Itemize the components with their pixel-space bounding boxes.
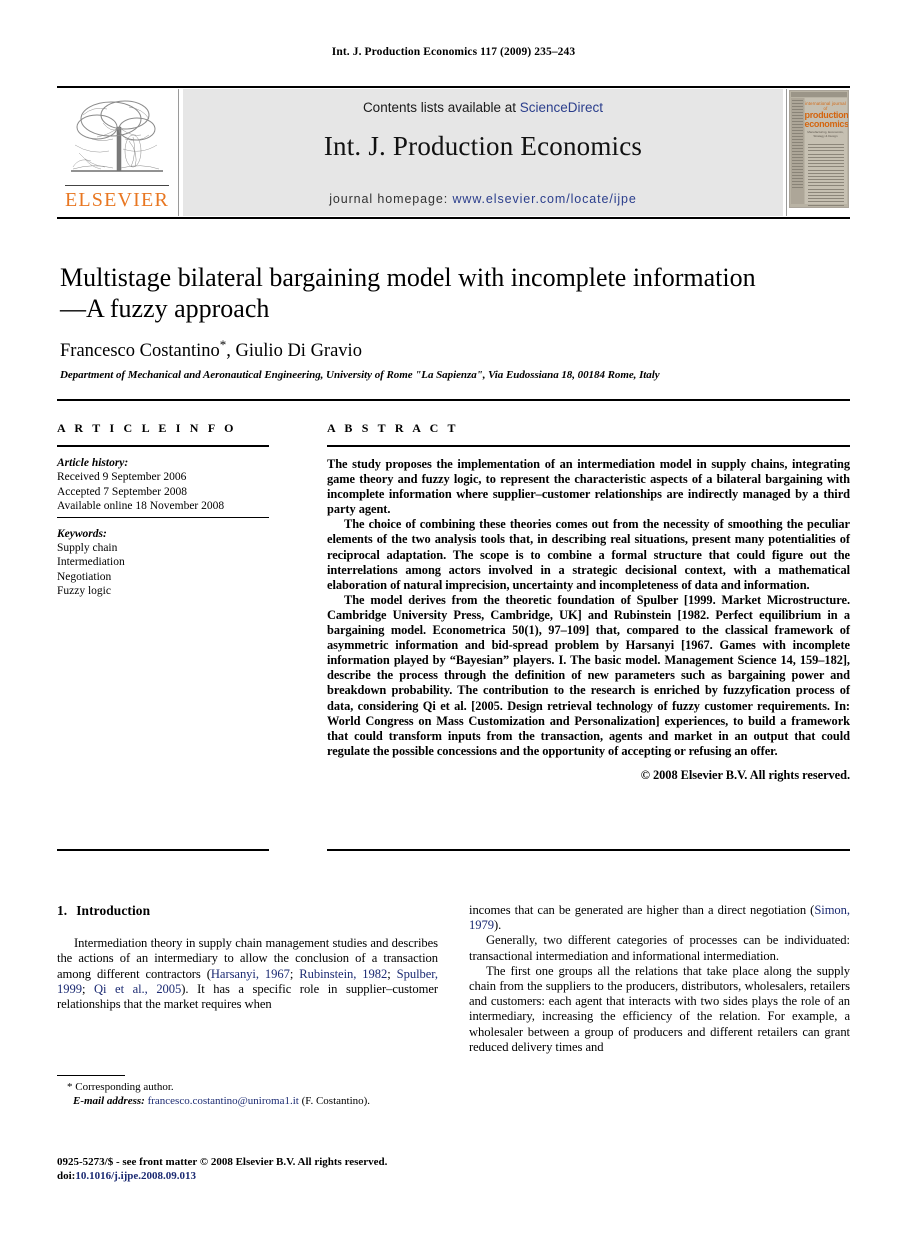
article-history: Article history: Received 9 September 20… (57, 456, 269, 514)
history-received: Received 9 September 2006 (57, 471, 187, 484)
contents-line: Contents lists available at ScienceDirec… (183, 100, 783, 115)
corresponding-author-note: * Corresponding author. (67, 1081, 174, 1093)
journal-masthead: ELSEVIER Contents lists available at Sci… (57, 86, 850, 219)
section-heading-introduction: 1. Introduction (57, 903, 438, 918)
abstract-paragraph: The choice of combining these theories c… (327, 517, 850, 592)
article-info-column: A R T I C L E I N F O Article history: R… (57, 421, 269, 599)
homepage-prefix: journal homepage: (329, 192, 453, 206)
paragraph-tail: ). (493, 918, 502, 933)
email-link[interactable]: francesco.costantino@uniroma1.it (148, 1095, 299, 1107)
body-column-right: incomes that can be generated are higher… (469, 903, 850, 1055)
citation-link[interactable]: Qi et al., 2005 (94, 982, 181, 996)
article-history-label: Article history: (57, 457, 129, 469)
cover-line-4: Manufacturing, Economics, Strategy & Des… (807, 130, 844, 138)
citation-link[interactable]: Harsanyi, 1967 (211, 967, 290, 981)
section-title: Introduction (76, 903, 151, 918)
cover-main: international journal of production econ… (804, 98, 849, 206)
abstract-column-bottom-rule (327, 849, 850, 851)
journal-cover-thumbnail: international journal of production econ… (786, 89, 850, 216)
author-list: Francesco Costantino*, Giulio Di Gravio (60, 337, 760, 362)
email-label: E-mail address: (73, 1095, 145, 1107)
section-number: 1. (57, 903, 68, 918)
citation-link[interactable]: Rubinstein, 1982 (299, 967, 387, 981)
elsevier-tree-icon (71, 100, 163, 172)
keyword-item: Fuzzy logic (57, 585, 111, 598)
cover-left-column (790, 98, 804, 204)
email-owner: (F. Costantino). (301, 1095, 371, 1107)
doi-link[interactable]: 10.1016/j.ijpe.2008.09.013 (75, 1170, 196, 1182)
elsevier-divider (65, 184, 169, 186)
issn-line: 0925-5273/$ - see front matter © 2008 El… (57, 1156, 388, 1168)
running-head: Int. J. Production Economics 117 (2009) … (331, 46, 576, 58)
article-info-heading-rule (57, 445, 269, 447)
abstract-copyright: © 2008 Elsevier B.V. All rights reserved… (640, 767, 850, 782)
contents-prefix: Contents lists available at (362, 100, 520, 115)
issn-footer: 0925-5273/$ - see front matter © 2008 El… (57, 1155, 477, 1183)
author-first: Francesco Costantino (60, 341, 220, 362)
body-column-left: 1. Introduction Intermediation theory in … (57, 903, 438, 1012)
masthead-center: Contents lists available at ScienceDirec… (183, 89, 783, 216)
homepage-url-link[interactable]: www.elsevier.com/locate/ijpe (452, 192, 636, 206)
body-paragraph: Generally, two different categories of p… (469, 933, 850, 963)
cover-topbar (790, 92, 847, 97)
paper-page: Int. J. Production Economics 117 (2009) … (0, 0, 907, 1238)
article-info-heading: A R T I C L E I N F O (57, 421, 237, 435)
footnote-block: * Corresponding author. E-mail address: … (57, 1080, 447, 1108)
abstract-column: A B S T R A C T The study proposes the i… (327, 421, 850, 783)
abstract-paragraph: The study proposes the implementation of… (327, 457, 850, 517)
body-paragraph: Intermediation theory in supply chain ma… (57, 936, 438, 1012)
keywords-label: Keywords: (57, 527, 107, 540)
history-online: Available online 18 November 2008 (57, 500, 225, 513)
info-section-top-rule (57, 399, 850, 401)
masthead-bottom-rule (57, 217, 850, 219)
masthead-top-rule (57, 86, 850, 88)
elsevier-logo: ELSEVIER (57, 89, 179, 216)
cover-image: international journal of production econ… (788, 90, 849, 208)
doi-label: doi: (57, 1170, 76, 1182)
abstract-heading: A B S T R A C T (327, 421, 459, 435)
abstract-heading-rule (327, 445, 850, 447)
email-note: E-mail address: francesco.costantino@uni… (73, 1094, 447, 1108)
author-affiliation: Department of Mechanical and Aeronautica… (60, 369, 660, 381)
journal-homepage-line: journal homepage: www.elsevier.com/locat… (183, 192, 783, 206)
abstract-paragraph: The model derives from the theoretic fou… (327, 592, 850, 758)
history-accepted: Accepted 7 September 2008 (57, 485, 187, 498)
cover-toc-lines (807, 144, 844, 207)
abstract-body: The study proposes the implementation of… (327, 457, 850, 783)
article-history-rule (57, 516, 269, 518)
keyword-item: Supply chain (57, 542, 118, 555)
doi-line: doi:10.1016/j.ijpe.2008.09.013 (57, 1169, 477, 1183)
keyword-item: Negotiation (57, 570, 112, 583)
journal-title: Int. J. Production Economics (323, 131, 643, 161)
elsevier-wordmark: ELSEVIER (64, 189, 170, 211)
sciencedirect-link[interactable]: ScienceDirect (520, 100, 603, 115)
page-title: Multistage bilateral bargaining model wi… (60, 263, 756, 323)
cover-line-3: economics (804, 119, 849, 129)
paragraph-lead: incomes that can be generated are higher… (469, 903, 815, 917)
keywords-block: Keywords: Supply chain Intermediation Ne… (57, 527, 269, 599)
footnote-rule (57, 1075, 125, 1076)
body-paragraph: incomes that can be generated are higher… (469, 903, 850, 933)
body-paragraph: The first one groups all the relations t… (469, 963, 850, 1054)
info-column-bottom-rule (57, 849, 269, 851)
keyword-item: Intermediation (57, 556, 125, 569)
author-rest: , Giulio Di Gravio (226, 341, 362, 362)
